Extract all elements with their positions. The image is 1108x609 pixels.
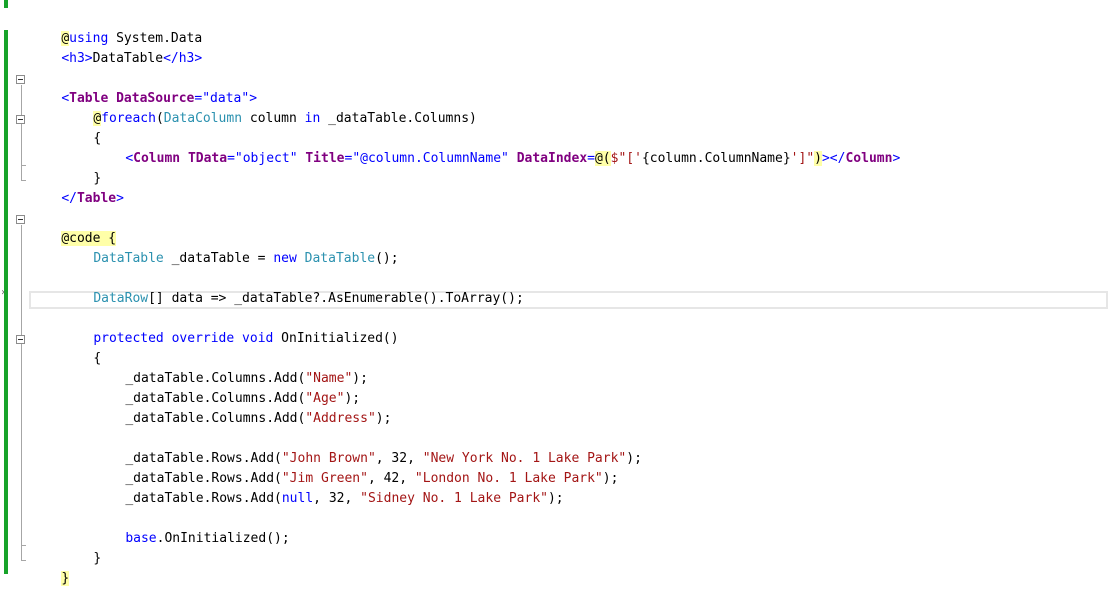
code-editor[interactable]: › @using System.Data <h3>DataTable</h3> … — [0, 0, 1108, 586]
keyword: protected — [93, 331, 164, 346]
code-line-24: _dataTable.Rows.Add(null, 32, "Sidney No… — [94, 469, 563, 506]
code-line-8: } — [62, 149, 101, 186]
string: "Sidney No. 1 Lake Park" — [360, 491, 548, 506]
razor-expression: ) — [814, 151, 822, 166]
keyword: null — [281, 491, 314, 506]
delimiter: ></ — [821, 151, 846, 166]
delimiter: </ — [61, 191, 77, 206]
code-line-4: <Table DataSource="data"> — [30, 69, 257, 106]
delimiter: = — [587, 151, 595, 166]
component-tag: Column — [133, 151, 181, 166]
text — [164, 331, 172, 346]
attribute: Title — [305, 151, 345, 166]
text — [509, 151, 517, 166]
razor-brace: } — [61, 571, 70, 586]
change-indicator-bar — [4, 30, 8, 574]
type-name: DataColumn — [163, 111, 243, 126]
text: _dataTable.Rows.Add( — [125, 491, 282, 506]
text: DataTable — [92, 51, 164, 66]
keyword: override — [171, 331, 235, 346]
keyword: foreach — [101, 111, 156, 126]
text — [234, 331, 242, 346]
text: , 32, — [313, 491, 361, 506]
code-line-1: @using System.Data — [30, 9, 202, 46]
attribute: DataIndex — [516, 151, 588, 166]
text: ); — [602, 471, 619, 486]
code-line-22: _dataTable.Rows.Add("John Brown", 32, "N… — [94, 429, 642, 466]
code-line-6: { — [62, 109, 101, 146]
collapse-code-block-icon[interactable] — [16, 215, 25, 224]
collapse-method-block-icon[interactable] — [16, 335, 25, 344]
delimiter: > — [892, 151, 901, 166]
code-line-14: DataRow[] data => _dataTable?.AsEnumerab… — [62, 269, 523, 306]
code-line-9: </Table> — [30, 169, 124, 206]
text: _dataTable = — [163, 251, 274, 266]
string: "Address" — [305, 411, 376, 426]
type-name: DataRow — [93, 291, 149, 306]
delimiter: < — [125, 151, 134, 166]
text: ); — [375, 411, 392, 426]
margin-marker: › — [0, 287, 7, 298]
type-name: DataTable — [304, 251, 376, 266]
fold-guide-end — [21, 560, 26, 561]
text: _dataTable.Columns.Add( — [125, 411, 306, 426]
text — [297, 251, 305, 266]
text: ); — [626, 451, 642, 466]
component-tag: Table — [76, 191, 117, 206]
fold-guide — [21, 85, 22, 181]
text — [180, 151, 188, 166]
text: .OnInitialized(); — [156, 531, 290, 546]
fold-guide — [21, 225, 22, 561]
keyword: void — [242, 331, 274, 346]
keyword: base — [125, 531, 157, 546]
fold-guide-end — [21, 165, 26, 166]
string: $"[' — [610, 151, 642, 166]
text: [] data => _dataTable?.AsEnumerable().To… — [148, 291, 524, 306]
code-line-17: { — [62, 329, 101, 366]
collapse-foreach-block-icon[interactable] — [16, 115, 25, 124]
text: column — [242, 111, 305, 126]
html-tag: <h3> — [61, 51, 93, 66]
type-name: DataTable — [93, 251, 164, 266]
code-line-18: _dataTable.Columns.Add("Name"); — [94, 349, 368, 386]
delimiter: > — [116, 191, 124, 206]
fold-guide-end — [21, 180, 26, 181]
code-line-11: @code { — [30, 209, 117, 246]
code-line-28: } — [30, 549, 70, 586]
text: OnInitialized() — [273, 331, 399, 346]
delimiter: = — [227, 151, 235, 166]
keyword: new — [273, 251, 297, 266]
text: _dataTable.Columns) — [320, 111, 477, 126]
code-line-2: <h3>DataTable</h3> — [30, 29, 202, 66]
code-line-12: DataTable _dataTable = new DataTable(); — [62, 229, 398, 266]
keyword: in — [304, 111, 321, 126]
code-line-26: base.OnInitialized(); — [94, 509, 289, 546]
code-line-23: _dataTable.Rows.Add("Jim Green", 42, "Lo… — [94, 449, 618, 486]
code-line-19: _dataTable.Columns.Add("Age"); — [94, 369, 360, 406]
collapse-table-block-icon[interactable] — [16, 75, 25, 84]
attribute-value: "object" — [234, 151, 298, 166]
attribute-value: "@column.ColumnName" — [352, 151, 509, 166]
component-tag: Column — [845, 151, 893, 166]
attribute: TData — [187, 151, 228, 166]
text: ( — [155, 111, 164, 126]
text: ); — [547, 491, 564, 506]
text: (); — [375, 251, 399, 266]
code-line-5: @foreach(DataColumn column in _dataTable… — [62, 89, 477, 126]
change-indicator-bar — [4, 0, 8, 8]
code-line-16: protected override void OnInitialized() — [62, 309, 398, 346]
string: ']" — [790, 151, 815, 166]
brace: } — [93, 551, 102, 566]
razor-expression: @( — [594, 151, 611, 166]
code-line-20: _dataTable.Columns.Add("Address"); — [94, 389, 391, 426]
html-tag: </h3> — [163, 51, 203, 66]
fold-guide-end — [21, 545, 26, 546]
text: {column.ColumnName} — [641, 151, 791, 166]
code-line-7: <Column TData="object" Title="@column.Co… — [94, 129, 900, 166]
code-line-27: } — [62, 529, 101, 566]
